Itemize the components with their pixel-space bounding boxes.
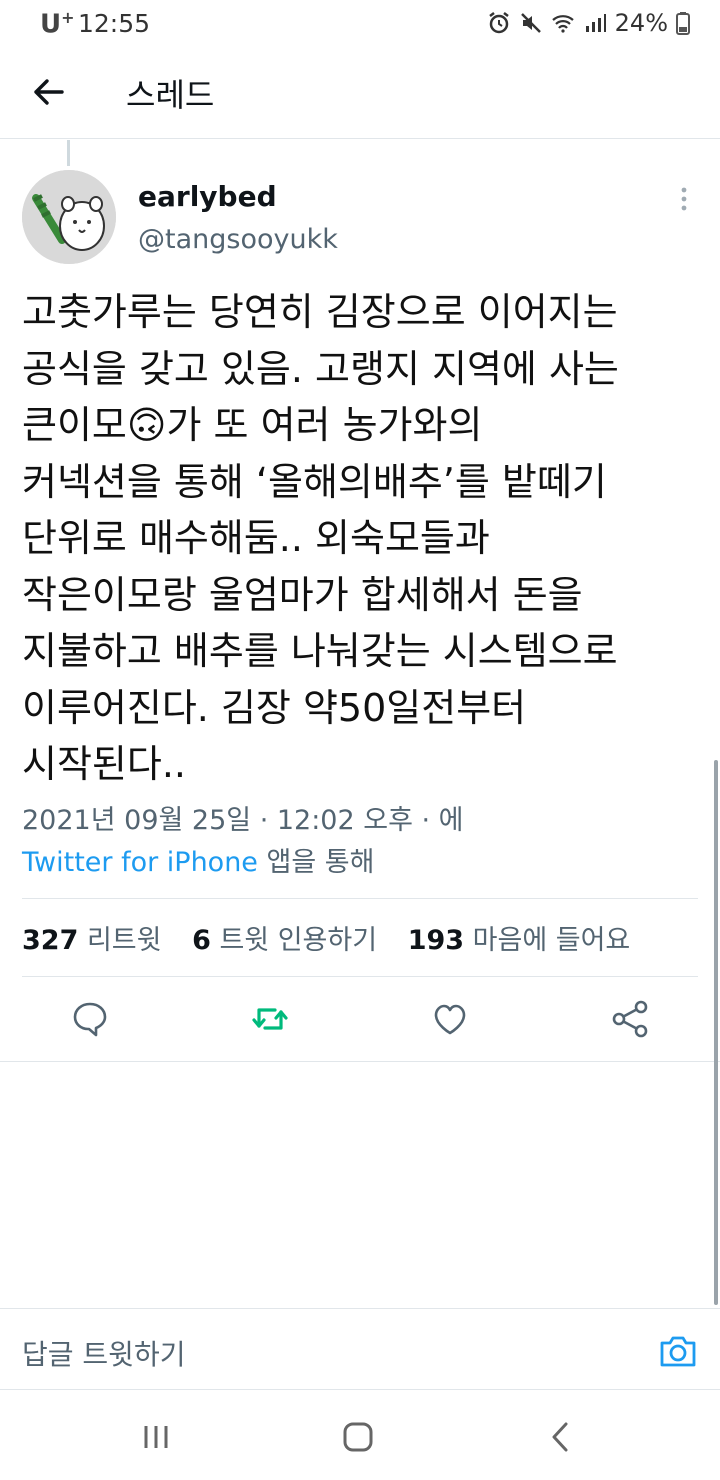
more-vertical-icon[interactable] — [676, 186, 692, 212]
tweet-action-bar — [0, 996, 720, 1042]
system-nav-bar — [0, 1390, 720, 1480]
signal-icon — [585, 14, 606, 32]
carrier-label: U+ — [40, 8, 75, 40]
reply-composer[interactable]: 답글 트윗하기 — [0, 1308, 720, 1390]
tweet-timestamp: 2021년 09월 25일 · 12:02 오후 · 에 — [22, 805, 464, 836]
avatar[interactable] — [22, 170, 116, 264]
divider — [22, 976, 698, 977]
status-bar: U+ 12:55 24% — [0, 0, 720, 46]
recent-apps-icon[interactable] — [136, 1420, 176, 1454]
battery-percent: 24% — [614, 9, 668, 37]
likes-stat[interactable]: 193 마음에 들어요 — [408, 925, 631, 956]
retweet-icon[interactable] — [250, 996, 290, 1042]
tweet-source-line: Twitter for iPhone 앱을 통해 — [22, 842, 464, 884]
wifi-icon — [551, 15, 574, 33]
tweet-source-suffix: 앱을 통해 — [257, 847, 375, 878]
status-time: 12:55 — [78, 9, 151, 38]
divider — [0, 1061, 720, 1062]
camera-icon[interactable] — [658, 1333, 698, 1369]
tweet-source-link[interactable]: Twitter for iPhone — [22, 847, 258, 878]
home-icon[interactable] — [338, 1420, 378, 1454]
quotes-stat[interactable]: 6 트윗 인용하기 — [192, 925, 377, 956]
app-bar: 스레드 — [0, 46, 720, 139]
divider — [22, 898, 698, 899]
reply-icon[interactable] — [70, 996, 110, 1042]
author-handle[interactable]: @tangsooyukk — [138, 224, 338, 255]
reply-input-placeholder[interactable]: 답글 트윗하기 — [22, 1333, 185, 1373]
tweet-stats: 327 리트윗 6 트윗 인용하기 193 마음에 들어요 — [22, 918, 630, 957]
status-icons: 24% — [487, 9, 690, 37]
avatar-image-icon — [22, 170, 116, 264]
back-arrow-icon[interactable] — [30, 74, 66, 110]
author-display-name[interactable]: earlybed — [138, 180, 277, 213]
thread-connector-line — [67, 140, 70, 166]
back-nav-icon[interactable] — [540, 1420, 580, 1454]
tweet-meta: 2021년 09월 25일 · 12:02 오후 · 에 Twitter for… — [22, 800, 464, 884]
battery-icon — [676, 12, 690, 35]
share-icon[interactable] — [610, 996, 650, 1042]
tweet-text: 고춧가루는 당연히 김장으로 이어지는 공식을 갖고 있음. 고랭지 지역에 사… — [22, 290, 619, 786]
like-icon[interactable] — [430, 996, 470, 1042]
page-title: 스레드 — [126, 76, 215, 114]
mute-icon — [520, 13, 541, 33]
alarm-icon — [488, 12, 509, 34]
scrollbar[interactable] — [714, 760, 718, 1305]
retweets-stat[interactable]: 327 리트윗 — [22, 925, 161, 956]
